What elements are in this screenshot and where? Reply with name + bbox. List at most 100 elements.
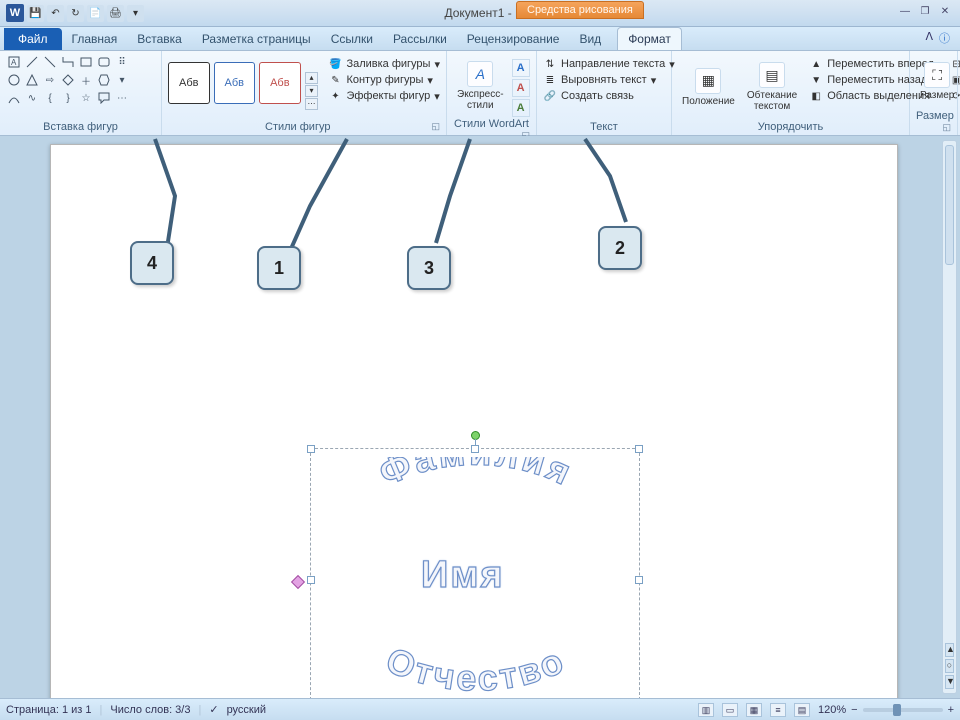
size-button[interactable]: ⛶ Размер	[916, 54, 958, 109]
styles-launcher-icon[interactable]: ◱	[431, 121, 440, 132]
shape-star-icon[interactable]: ☆	[78, 90, 94, 106]
zoom-level[interactable]: 120%	[818, 704, 846, 716]
view-outline-button[interactable]: ≡	[770, 703, 786, 717]
view-printlayout-button[interactable]: ▥	[698, 703, 714, 717]
style-gallery-scroll[interactable]: ▴▾⋯	[305, 62, 319, 120]
shape-fill-button[interactable]: 🪣Заливка фигуры▾	[328, 57, 440, 71]
text-fill-button[interactable]: A	[512, 59, 530, 77]
shape-outline-button[interactable]: ✎Контур фигуры▾	[328, 73, 440, 87]
gallery-dropdown-icon[interactable]: ▾	[114, 72, 130, 88]
status-page[interactable]: Страница: 1 из 1	[6, 704, 92, 716]
qat-extra2-button[interactable]: 🖨	[107, 5, 124, 22]
size-launcher-icon[interactable]: ◱	[942, 122, 951, 133]
wordart-top[interactable]: Фамилия	[311, 457, 641, 537]
shape-hexagon-icon[interactable]	[96, 72, 112, 88]
scroll-thumb[interactable]	[945, 145, 954, 265]
proofing-icon[interactable]: ✓	[209, 703, 218, 716]
tab-file[interactable]: Файл	[4, 28, 62, 50]
create-link-button[interactable]: 🔗Создать связь	[543, 89, 675, 103]
tab-view[interactable]: Вид	[569, 28, 611, 50]
handle-ne[interactable]	[635, 445, 643, 453]
zoom-in-button[interactable]: +	[948, 704, 954, 716]
handle-nw[interactable]	[307, 445, 315, 453]
shape-plus-icon[interactable]: ＋	[78, 72, 94, 88]
scroll-next-page-icon[interactable]: ▼	[945, 675, 954, 689]
style-preset-3[interactable]: Абв	[259, 62, 301, 104]
shape-effects-button[interactable]: ✦Эффекты фигур▾	[328, 89, 440, 103]
zoom-slider[interactable]	[863, 708, 943, 712]
scroll-browse-icon[interactable]: ○	[945, 659, 954, 673]
zoom-out-button[interactable]: −	[851, 704, 857, 716]
gallery-more-icon[interactable]: ⋯	[114, 90, 130, 106]
wordart-middle[interactable]: Имя	[421, 554, 505, 597]
qat-undo-button[interactable]: ↶	[47, 5, 64, 22]
shape-line2-icon[interactable]	[42, 54, 58, 70]
textbox-selected[interactable]: Фамилия Имя Отчество	[310, 448, 640, 698]
position-button[interactable]: ▦ Положение	[678, 54, 739, 120]
minimize-button[interactable]: —	[896, 6, 914, 20]
vertical-scrollbar[interactable]: ▲ ○ ▼	[942, 140, 957, 694]
callout-1[interactable]: 1	[257, 246, 301, 290]
selection-pane-icon: ◧	[809, 89, 823, 103]
shapes-gallery[interactable]: A ⠿ ⇨ ＋ ▾ ∿ { } ☆	[6, 54, 130, 120]
status-wordcount[interactable]: Число слов: 3/3	[110, 704, 190, 716]
wordart-quick-styles-button[interactable]: A Экспресс- стили	[453, 54, 508, 117]
handle-n[interactable]	[471, 445, 479, 453]
handle-w[interactable]	[307, 576, 315, 584]
ribbon-collapse-icon[interactable]: ᐱ	[925, 30, 933, 46]
shape-curved-icon[interactable]	[6, 90, 22, 106]
style-preset-1[interactable]: Абв	[168, 62, 210, 104]
shape-callout-icon[interactable]	[96, 90, 112, 106]
shape-curve-icon[interactable]: ∿	[24, 90, 40, 106]
shape-editpoints-icon[interactable]: ⠿	[114, 54, 130, 70]
shape-rect-icon[interactable]	[78, 54, 94, 70]
view-web-button[interactable]: ▦	[746, 703, 762, 717]
status-language[interactable]: русский	[227, 704, 266, 716]
ribbon: A ⠿ ⇨ ＋ ▾ ∿ { } ☆	[0, 51, 960, 136]
text-outline-button[interactable]: A	[512, 79, 530, 97]
group-size: ⛶ Размер Размер◱	[910, 51, 958, 135]
text-effects-button[interactable]: A	[512, 99, 530, 117]
style-preset-2[interactable]: Абв	[214, 62, 256, 104]
qat-redo-button[interactable]: ↻	[67, 5, 84, 22]
qat-customize-button[interactable]: ▾	[127, 5, 144, 22]
align-text-button[interactable]: ≣Выровнять текст▾	[543, 73, 675, 87]
shape-brace2-icon[interactable]: }	[60, 90, 76, 106]
zoom-knob[interactable]	[893, 704, 901, 716]
shape-line-icon[interactable]	[24, 54, 40, 70]
callout-4[interactable]: 4	[130, 241, 174, 285]
wrap-text-button[interactable]: ▤ Обтекание текстом	[743, 54, 801, 120]
tab-references[interactable]: Ссылки	[321, 28, 383, 50]
handle-e[interactable]	[635, 576, 643, 584]
shape-triangle-icon[interactable]	[24, 72, 40, 88]
text-direction-button[interactable]: ⇅Направление текста▾	[543, 57, 675, 71]
tab-pagelayout[interactable]: Разметка страницы	[192, 28, 321, 50]
scroll-prev-page-icon[interactable]: ▲	[945, 643, 954, 657]
callout-2[interactable]: 2	[598, 226, 642, 270]
shape-arrow-icon[interactable]: ⇨	[42, 72, 58, 88]
tab-mailings[interactable]: Рассылки	[383, 28, 457, 50]
tab-home[interactable]: Главная	[62, 28, 128, 50]
shape-circle-icon[interactable]	[6, 72, 22, 88]
restore-button[interactable]: ❐	[916, 6, 934, 20]
shape-diamond-icon[interactable]	[60, 72, 76, 88]
tab-review[interactable]: Рецензирование	[457, 28, 570, 50]
word-app-icon[interactable]: W	[6, 4, 24, 22]
close-button[interactable]: ✕	[936, 6, 954, 20]
group-shape-styles: Абв Абв Абв ▴▾⋯ 🪣Заливка фигуры▾ ✎Контур…	[162, 51, 447, 135]
wordart-bottom[interactable]: Отчество	[311, 617, 641, 698]
callout-3[interactable]: 3	[407, 246, 451, 290]
bring-forward-icon: ▲	[809, 57, 823, 71]
qat-save-button[interactable]: 💾	[27, 5, 44, 22]
status-bar: Страница: 1 из 1| Число слов: 3/3| ✓ рус…	[0, 698, 960, 720]
tab-insert[interactable]: Вставка	[127, 28, 192, 50]
shape-brace-icon[interactable]: {	[42, 90, 58, 106]
shape-connector-icon[interactable]	[60, 54, 76, 70]
view-fullscreen-button[interactable]: ▭	[722, 703, 738, 717]
shape-roundrect-icon[interactable]	[96, 54, 112, 70]
tab-format[interactable]: Формат	[617, 27, 682, 50]
help-icon[interactable]: ⓘ	[939, 30, 950, 46]
view-draft-button[interactable]: ▤	[794, 703, 810, 717]
shape-textbox-icon[interactable]: A	[6, 54, 22, 70]
qat-extra1-button[interactable]: 📄	[87, 5, 104, 22]
